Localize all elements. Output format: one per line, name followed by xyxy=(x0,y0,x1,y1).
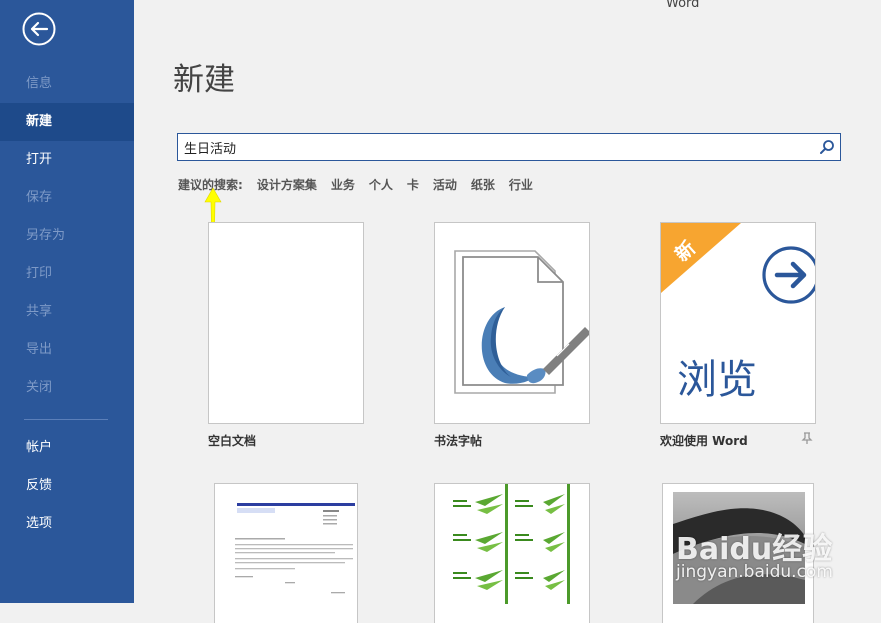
watermark-url: jingyan.baidu.com xyxy=(676,562,833,582)
new-badge xyxy=(661,223,741,293)
suggested-search-personal[interactable]: 个人 xyxy=(369,178,393,192)
template-label-blank-document: 空白文档 xyxy=(208,434,257,448)
template-tile-blank-document[interactable] xyxy=(208,222,364,424)
sidebar-item-save-as: 另存为 xyxy=(26,228,66,243)
suggested-search-industry[interactable]: 行业 xyxy=(509,178,533,192)
sidebar-item-print: 打印 xyxy=(26,266,53,281)
sidebar-item-info: 信息 xyxy=(26,76,53,91)
suggested-search-events[interactable]: 活动 xyxy=(433,178,457,192)
suggested-search-design-sets[interactable]: 设计方案集 xyxy=(257,178,317,192)
suggested-searches: 建议的搜索: 设计方案集 业务 个人卡活动 纸张 行业 xyxy=(178,176,533,194)
sidebar-item-account[interactable]: 帐户 xyxy=(0,429,134,467)
sidebar-item-new[interactable]: 新建 xyxy=(0,103,134,141)
browse-arrow-icon xyxy=(762,246,815,304)
bamboo-cards-preview-icon xyxy=(453,484,570,604)
template-tile-welcome-to-word[interactable]: 新 浏览 xyxy=(660,222,816,424)
browse-text: 浏览 xyxy=(677,357,757,403)
suggested-search-paper[interactable]: 纸张 xyxy=(471,178,495,192)
template-search-box xyxy=(177,133,841,161)
page-title: 新建 xyxy=(173,62,235,98)
template-tile-letter[interactable] xyxy=(214,483,358,623)
sidebar-item-open[interactable]: 打开 xyxy=(0,141,134,179)
sidebar-item-export: 导出 xyxy=(26,342,53,357)
sidebar-item-options[interactable]: 选项 xyxy=(0,505,134,543)
sidebar-item-share: 共享 xyxy=(26,304,53,319)
backstage-sidebar: 信息 新建 打开 保存 另存为 打印 共享 导出 关闭 帐户 反馈 选项 xyxy=(0,0,134,603)
sidebar-item-save: 保存 xyxy=(26,190,53,205)
letter-preview-icon xyxy=(235,503,355,594)
template-label-welcome-to-word: 欢迎使用 Word xyxy=(660,434,748,448)
sidebar-divider xyxy=(24,419,108,420)
template-search-input[interactable] xyxy=(178,134,808,160)
template-tile-bamboo-cards[interactable] xyxy=(434,483,590,623)
template-label-calligraphy: 书法字帖 xyxy=(434,434,483,448)
suggested-search-cards[interactable]: 卡 xyxy=(407,178,419,192)
back-arrow-icon[interactable] xyxy=(22,12,56,46)
calligraphy-document-icon xyxy=(454,250,589,394)
suggested-search-business[interactable]: 业务 xyxy=(331,178,355,192)
pin-icon[interactable] xyxy=(801,432,813,445)
search-icon[interactable] xyxy=(819,139,835,155)
template-tile-calligraphy[interactable] xyxy=(434,222,590,424)
sidebar-item-close: 关闭 xyxy=(26,380,53,395)
window-title: Word xyxy=(666,0,700,11)
sidebar-item-feedback[interactable]: 反馈 xyxy=(0,467,134,505)
